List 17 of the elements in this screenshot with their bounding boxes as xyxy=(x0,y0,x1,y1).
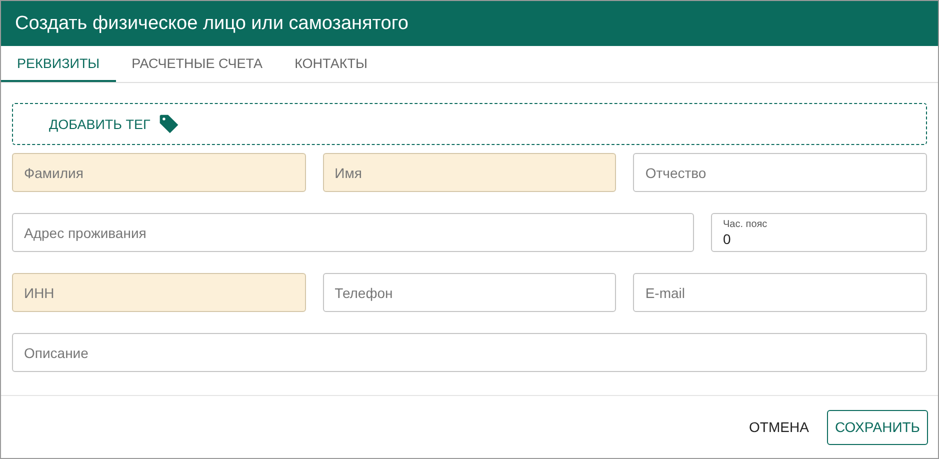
window-title: Создать физическое лицо или самозанятого xyxy=(15,12,408,34)
input-field[interactable]: Описание xyxy=(12,333,927,372)
input-field[interactable]: Адрес проживания xyxy=(12,213,694,252)
input-field[interactable]: ИНН xyxy=(12,273,306,312)
save-button[interactable]: СОХРАНИТЬ xyxy=(826,410,928,444)
tag-icon xyxy=(158,113,180,135)
input-field[interactable]: Имя xyxy=(322,153,616,192)
input-field[interactable]: Отчество xyxy=(633,153,928,192)
input-field[interactable]: Телефон xyxy=(322,273,616,312)
input-field[interactable]: E-mail xyxy=(633,273,928,312)
tab[interactable]: РЕКВИЗИТЫ xyxy=(1,46,116,82)
tab[interactable]: РАСЧЕТНЫЕ СЧЕТА xyxy=(116,46,279,82)
tab[interactable]: КОНТАКТЫ xyxy=(278,46,384,82)
input-field[interactable]: Час. пояс 0 xyxy=(711,213,927,252)
add-tag-button[interactable]: ДОБАВИТЬ ТЕГ xyxy=(49,113,180,135)
input-field[interactable]: Фамилия xyxy=(12,153,306,192)
cancel-button[interactable]: ОТМЕНА xyxy=(741,410,817,444)
